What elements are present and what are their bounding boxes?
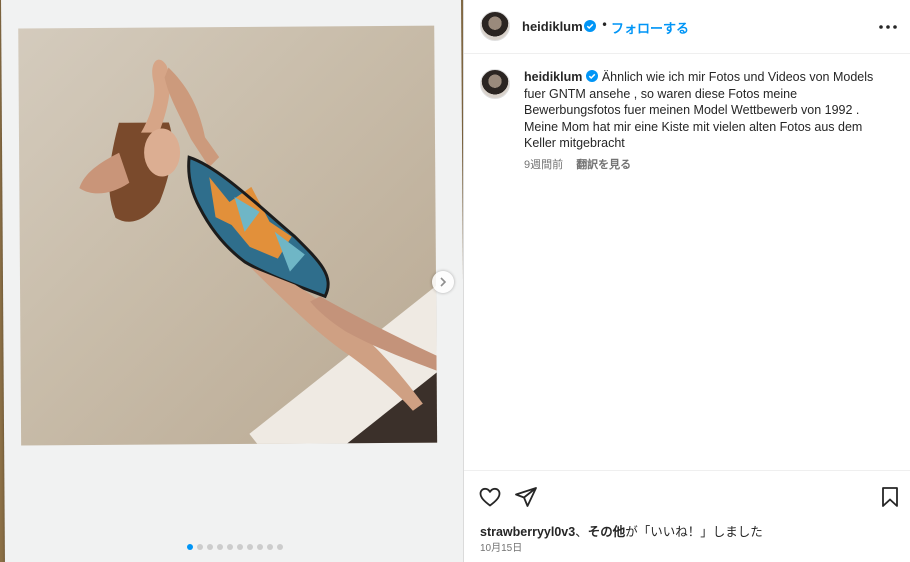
post-actions: strawberryyl0v3、その他が「いいね！」しました 10月15日 [464,470,910,562]
carousel-dot [217,544,223,550]
header-separator: • [601,18,609,32]
avatar[interactable] [480,11,510,41]
carousel-indicator [187,544,283,550]
likes-summary: strawberryyl0v3、その他が「いいね！」しました [480,521,763,540]
likes-suffix: が「いいね！」しました [625,525,763,539]
carousel-dot [187,544,193,550]
post-date[interactable]: 10月15日 [480,539,522,554]
post-media [0,0,463,562]
carousel-dot [247,544,253,550]
likes-others-link[interactable]: その他 [588,525,626,539]
header-username[interactable]: heidiklum [522,19,583,34]
caption-username[interactable]: heidiklum [524,70,582,84]
paper-plane-icon[interactable] [514,485,538,509]
verified-badge-icon [584,20,596,32]
verified-badge-icon [586,70,599,82]
carousel-dot [257,544,263,550]
post-info-panel: heidiklum • フォローする heidiklum Ähnlich wie… [463,0,910,562]
caption-meta: 9週間前 翻訳を見る [524,156,631,172]
post-photo [18,25,438,446]
carousel-dot [207,544,213,550]
liker-username[interactable]: strawberryyl0v3 [480,525,575,539]
bookmark-outline-icon[interactable] [878,485,902,509]
follow-button[interactable]: フォローする [611,18,689,37]
carousel-dot [237,544,243,550]
likes-joiner: 、 [575,525,588,539]
carousel-dot [227,544,233,550]
carousel-dot [267,544,273,550]
chevron-right-icon [440,277,447,287]
heart-outline-icon[interactable] [478,485,502,509]
carousel-next-button[interactable] [432,271,454,293]
carousel-dot [277,544,283,550]
photo-figure [79,59,437,411]
translate-button[interactable]: 翻訳を見る [576,159,631,171]
carousel-dot [197,544,203,550]
polaroid-frame [0,0,463,562]
post-header: heidiklum • フォローする [464,0,910,54]
caption-time[interactable]: 9週間前 [524,159,563,171]
more-options-icon[interactable] [876,17,900,37]
caption-body: heidiklum Ähnlich wie ich mir Fotos und … [524,69,884,152]
caption-avatar[interactable] [480,69,510,99]
